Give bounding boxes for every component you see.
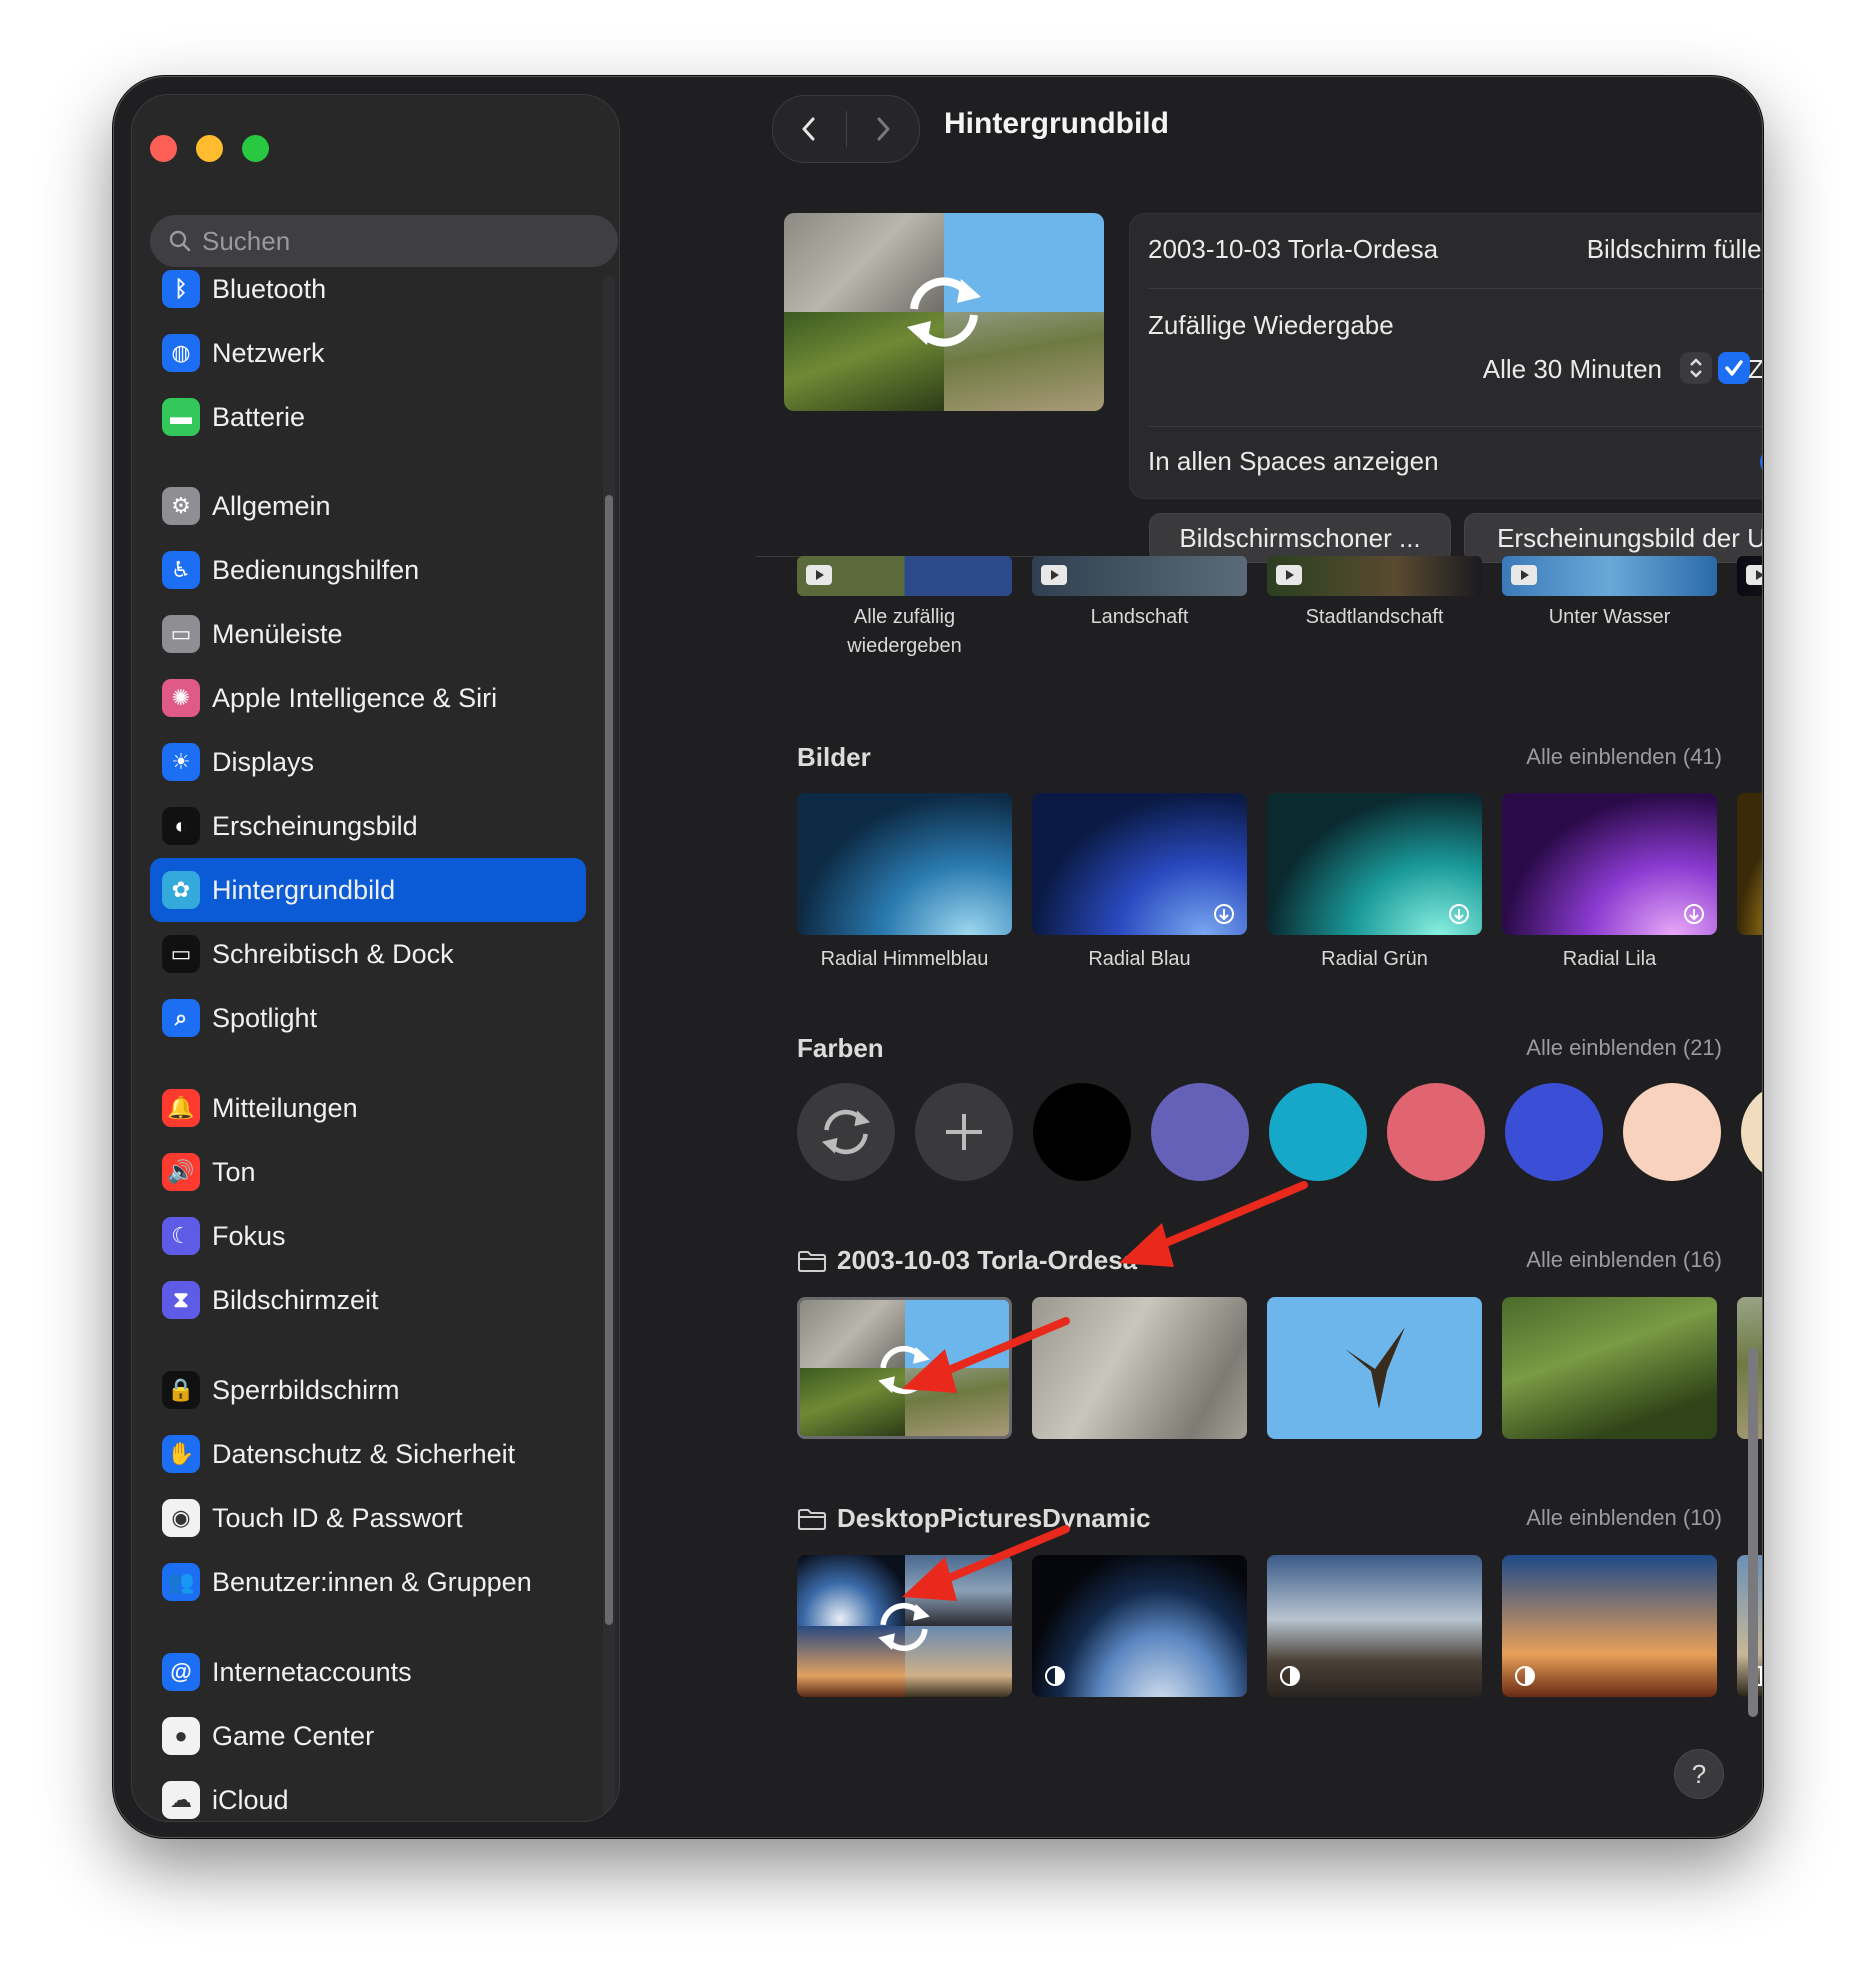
annotation-arrow-3 xyxy=(902,1525,1070,1601)
annotation-arrow-2 xyxy=(902,1317,1070,1393)
annotation-arrows xyxy=(902,1181,1308,1601)
settings-window: ᛒ Bluetooth ◍ Netzwerk ▬ Batterie ⚙ Allgemein ♿ B… xyxy=(113,76,1763,1838)
annotation-arrow-1 xyxy=(1119,1181,1308,1267)
